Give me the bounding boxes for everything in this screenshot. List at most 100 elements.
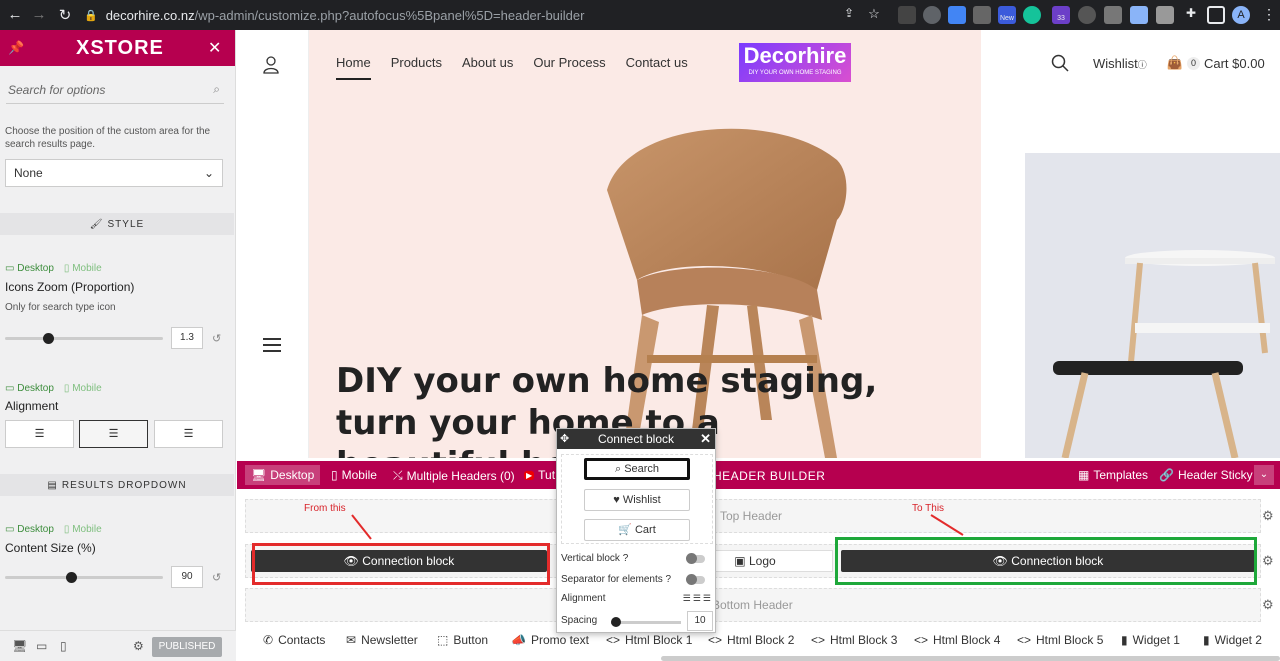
element-html-block-2[interactable]: <> Html Block 2	[708, 633, 794, 647]
element-promo-text[interactable]: 📣 Promo text	[511, 633, 589, 647]
content-size-slider[interactable]	[5, 572, 163, 583]
pin-icon[interactable]: 📌	[8, 40, 24, 56]
logo-element-label: Logo	[748, 554, 776, 568]
wishlist-link[interactable]: Wishlistⓘ	[1093, 56, 1147, 71]
extension-icon-1[interactable]	[898, 6, 916, 24]
published-button[interactable]: PUBLISHED	[152, 637, 222, 657]
vertical-block-toggle[interactable]	[686, 552, 705, 564]
element-widget-1[interactable]: ▮ Widget 1	[1121, 633, 1180, 647]
custom-area-position-select[interactable]: None ⌄	[5, 159, 223, 187]
device-mobile-tab[interactable]: ▯ Mobile	[64, 263, 102, 274]
builder-mobile-tab[interactable]: ▯ Mobile	[331, 468, 377, 482]
separator-toggle[interactable]	[686, 573, 705, 585]
device-mobile-tab[interactable]: ▯ Mobile	[64, 383, 102, 394]
nav-contact[interactable]: Contact us	[626, 55, 688, 80]
more-menu-icon[interactable]: ⋮	[1262, 6, 1276, 23]
device-desktop-tab[interactable]: ▭ Desktop	[5, 383, 54, 394]
desktop-preview-icon[interactable]: 🖥	[12, 639, 27, 653]
reload-icon[interactable]: ↻	[52, 6, 78, 24]
element-button[interactable]: ⬚ Button	[437, 633, 488, 647]
translate-icon[interactable]	[948, 6, 966, 24]
spacing-slider-handle[interactable]	[611, 617, 621, 627]
element-html-block-5[interactable]: <> Html Block 5	[1017, 633, 1103, 647]
gear-icon[interactable]: ⚙	[133, 639, 144, 653]
side-panel-icon[interactable]	[1207, 6, 1225, 24]
extension-icon-3[interactable]	[1078, 6, 1096, 24]
nav-about[interactable]: About us	[462, 55, 513, 80]
spacing-slider[interactable]	[611, 617, 681, 627]
cart-link[interactable]: 👜 0 Cart $0.00	[1167, 55, 1265, 71]
popup-item-wishlist[interactable]: ♥ Wishlist	[584, 489, 690, 511]
spacing-value[interactable]: 10	[687, 611, 713, 631]
user-icon[interactable]	[263, 56, 279, 74]
element-contacts[interactable]: ✆ Contacts	[263, 633, 325, 647]
extension-new-icon[interactable]: New	[998, 6, 1016, 24]
forward-icon[interactable]: →	[26, 6, 52, 23]
hamburger-menu-icon[interactable]	[263, 338, 281, 356]
extension-icon-2[interactable]	[923, 6, 941, 24]
nav-process[interactable]: Our Process	[533, 55, 605, 80]
align-right-button[interactable]: ☰	[154, 420, 223, 448]
element-html-block-4[interactable]: <> Html Block 4	[914, 633, 1000, 647]
bottom-header-row[interactable]: Bottom Header	[245, 588, 1261, 622]
reset-icon[interactable]: ↺	[212, 571, 221, 584]
align-left-button[interactable]: ☰	[5, 420, 74, 448]
device-desktop-tab[interactable]: ▭ Desktop	[5, 263, 54, 274]
device-desktop-tab[interactable]: ▭ Desktop	[5, 524, 54, 535]
extension-icon-5[interactable]	[1130, 6, 1148, 24]
close-icon[interactable]: ✕	[700, 429, 711, 449]
builder-desktop-tab[interactable]: 🖥 Desktop	[245, 465, 321, 485]
mobile-preview-icon[interactable]: ▯	[60, 639, 67, 653]
icons-zoom-value[interactable]: 1.3	[171, 327, 203, 349]
element-html-block-3[interactable]: <> Html Block 3	[811, 633, 897, 647]
nav-products[interactable]: Products	[391, 55, 442, 80]
site-logo[interactable]: Decorhire DIY YOUR OWN HOME STAGING	[739, 43, 851, 82]
align-right-icon[interactable]: ☰	[703, 593, 713, 603]
top-header-row[interactable]: Top Header	[245, 499, 1261, 533]
move-icon[interactable]: ✥	[560, 429, 569, 449]
collapse-builder-icon[interactable]: ⌄	[1254, 465, 1274, 485]
annotation-arrow-left	[351, 514, 372, 540]
url-host: decorhire.co.nz	[105, 7, 195, 23]
multiple-headers-tab[interactable]: ⤯ Multiple Headers (0)	[393, 468, 515, 483]
popup-item-search[interactable]: ⌕ Search	[584, 458, 690, 480]
gear-icon[interactable]: ⚙	[1262, 553, 1274, 569]
tutorials-tab[interactable]: ▶ Tut	[524, 468, 555, 482]
gear-icon[interactable]: ⚙	[1262, 508, 1274, 524]
camera-icon[interactable]	[973, 6, 991, 24]
back-icon[interactable]: ←	[2, 6, 28, 23]
grammarly-icon[interactable]	[1023, 6, 1041, 24]
icons-zoom-slider[interactable]	[5, 333, 163, 344]
spacing-label: Spacing	[561, 615, 598, 626]
search-icon[interactable]	[1051, 54, 1069, 72]
content-size-value[interactable]: 90	[171, 566, 203, 588]
bookmark-star-icon[interactable]: ☆	[865, 6, 883, 24]
puzzle-icon[interactable]: ✚	[1182, 6, 1200, 24]
header-sticky-button[interactable]: 🔗 Header Sticky	[1159, 468, 1253, 482]
icons-zoom-slider-handle[interactable]	[42, 333, 54, 344]
gear-icon[interactable]: ⚙	[1262, 597, 1274, 613]
element-widget-2[interactable]: ▮ Widget 2	[1203, 633, 1262, 647]
align-center-button[interactable]: ☰	[79, 420, 148, 448]
search-options-input[interactable]: Search for options ⌕	[6, 76, 224, 104]
nav-home[interactable]: Home	[336, 55, 371, 80]
device-mobile-tab[interactable]: ▯ Mobile	[64, 524, 102, 535]
templates-button[interactable]: ▦ Templates	[1078, 468, 1148, 482]
element-newsletter[interactable]: ✉ Newsletter	[346, 633, 418, 647]
tablet-preview-icon[interactable]: ▭	[36, 639, 47, 653]
share-icon[interactable]: ⇪	[840, 6, 858, 24]
close-icon[interactable]: ✕	[208, 38, 221, 58]
extension-icon-4[interactable]	[1104, 6, 1122, 24]
popup-item-cart[interactable]: 🛒 Cart	[584, 519, 690, 541]
horizontal-scrollbar[interactable]	[661, 656, 1280, 661]
align-center-icon[interactable]: ☰	[693, 593, 703, 603]
extension-counter-icon[interactable]: 33	[1052, 6, 1070, 24]
align-left-icon[interactable]: ☰	[683, 593, 693, 603]
content-size-slider-handle[interactable]	[66, 572, 78, 583]
address-bar[interactable]: 🔒 decorhire.co.nz /wp-admin/customize.ph…	[84, 4, 894, 26]
reset-icon[interactable]: ↺	[212, 332, 221, 345]
device-desktop-label: Desktop	[17, 524, 54, 535]
profile-avatar[interactable]: A	[1232, 6, 1250, 24]
extension-icon-6[interactable]	[1156, 6, 1174, 24]
element-html-block-1[interactable]: <> Html Block 1	[606, 633, 692, 647]
